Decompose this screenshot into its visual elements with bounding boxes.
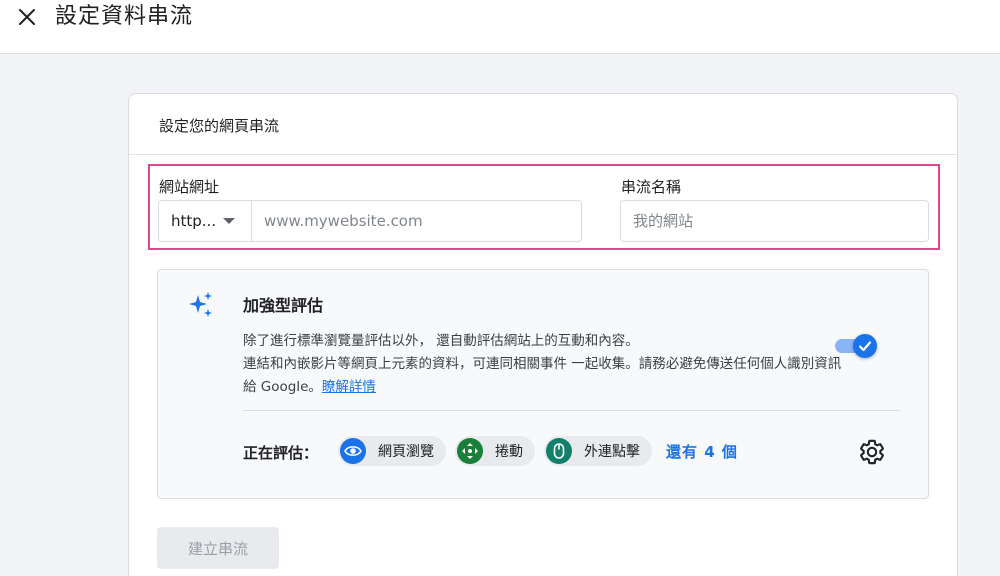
protocol-value: http... xyxy=(171,212,217,230)
check-icon xyxy=(858,341,872,352)
chip-label: 捲動 xyxy=(495,444,523,460)
gear-icon[interactable] xyxy=(858,438,886,466)
more-events-link[interactable]: 還有 4 個 xyxy=(666,441,738,462)
website-url-label: 網站網址 xyxy=(159,178,220,196)
measuring-label: 正在評估： xyxy=(243,444,319,462)
protocol-select[interactable]: http... xyxy=(159,201,252,241)
stream-name-input[interactable] xyxy=(620,200,929,242)
close-button[interactable] xyxy=(12,2,42,32)
chip-outbound-clicks[interactable]: 外連點擊 xyxy=(544,436,652,466)
close-icon xyxy=(19,9,35,25)
sparkle-icon xyxy=(189,292,212,317)
top-bar: 設定資料串流 xyxy=(0,0,1000,54)
page-title: 設定資料串流 xyxy=(55,4,194,29)
scroll-arrows-icon xyxy=(457,438,483,464)
create-stream-button[interactable]: 建立串流 xyxy=(157,527,279,569)
divider xyxy=(243,410,900,411)
description-line-1: 除了進行標準瀏覽量評估以外， 還自動評估網站上的互動和內容。 xyxy=(243,333,639,349)
chip-page-views[interactable]: 網頁瀏覽 xyxy=(338,436,446,466)
enhanced-measurement-panel: 加強型評估 除了進行標準瀏覽量評估以外， 還自動評估網站上的互動和內容。 連結和… xyxy=(157,269,929,499)
chip-label: 網頁瀏覽 xyxy=(378,444,434,460)
mouse-icon xyxy=(546,438,572,464)
learn-more-link[interactable]: 瞭解詳情 xyxy=(322,379,376,395)
stream-name-label: 串流名稱 xyxy=(621,178,682,196)
website-url-field: http... xyxy=(158,200,582,242)
enhanced-measurement-toggle[interactable] xyxy=(835,332,879,360)
website-url-input[interactable] xyxy=(253,201,581,241)
card-title: 設定您的網頁串流 xyxy=(159,117,280,135)
enhanced-measurement-description: 除了進行標準瀏覽量評估以外， 還自動評估網站上的互動和內容。 連結和內嵌影片等網… xyxy=(243,330,843,399)
toggle-knob xyxy=(853,334,877,358)
caret-down-icon xyxy=(223,218,235,224)
web-stream-setup-card: 設定您的網頁串流 網站網址 串流名稱 http... 加強型評估 除了進行標準瀏… xyxy=(128,93,958,576)
eye-icon xyxy=(340,438,366,464)
chip-label: 外連點擊 xyxy=(584,444,640,460)
enhanced-measurement-title: 加強型評估 xyxy=(243,296,324,315)
card-header: 設定您的網頁串流 xyxy=(129,94,957,155)
chip-scrolls[interactable]: 捲動 xyxy=(455,436,535,466)
